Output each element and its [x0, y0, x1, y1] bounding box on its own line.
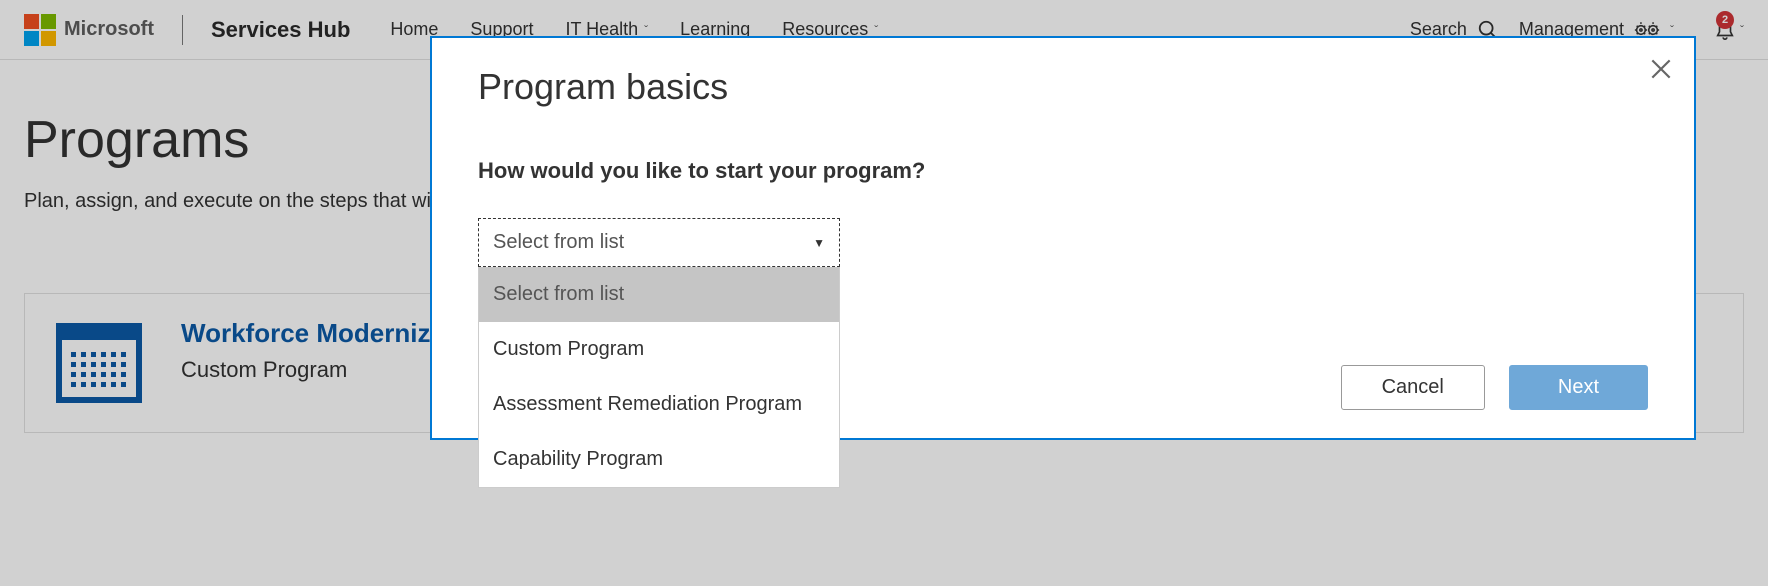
- dropdown-option-placeholder[interactable]: Select from list: [479, 267, 839, 322]
- dropdown-option-assessment[interactable]: Assessment Remediation Program: [479, 377, 839, 432]
- dropdown-option-custom[interactable]: Custom Program: [479, 322, 839, 377]
- dialog-footer: Cancel Next: [1341, 365, 1648, 410]
- close-button[interactable]: [1648, 56, 1674, 82]
- close-icon: [1648, 56, 1674, 82]
- program-type-dropdown: Select from list ▼ Select from list Cust…: [478, 218, 840, 267]
- cancel-button[interactable]: Cancel: [1341, 365, 1485, 410]
- dialog-question: How would you like to start your program…: [478, 158, 1648, 184]
- dropdown-arrow-icon: ▼: [813, 236, 825, 250]
- next-button[interactable]: Next: [1509, 365, 1648, 410]
- dialog-title: Program basics: [478, 66, 1648, 108]
- dropdown-select[interactable]: Select from list ▼: [478, 218, 840, 267]
- dropdown-selected-value: Select from list: [493, 231, 624, 254]
- dropdown-option-capability[interactable]: Capability Program: [479, 432, 839, 487]
- program-basics-dialog: Program basics How would you like to sta…: [430, 36, 1696, 440]
- dropdown-list: Select from list Custom Program Assessme…: [478, 267, 840, 488]
